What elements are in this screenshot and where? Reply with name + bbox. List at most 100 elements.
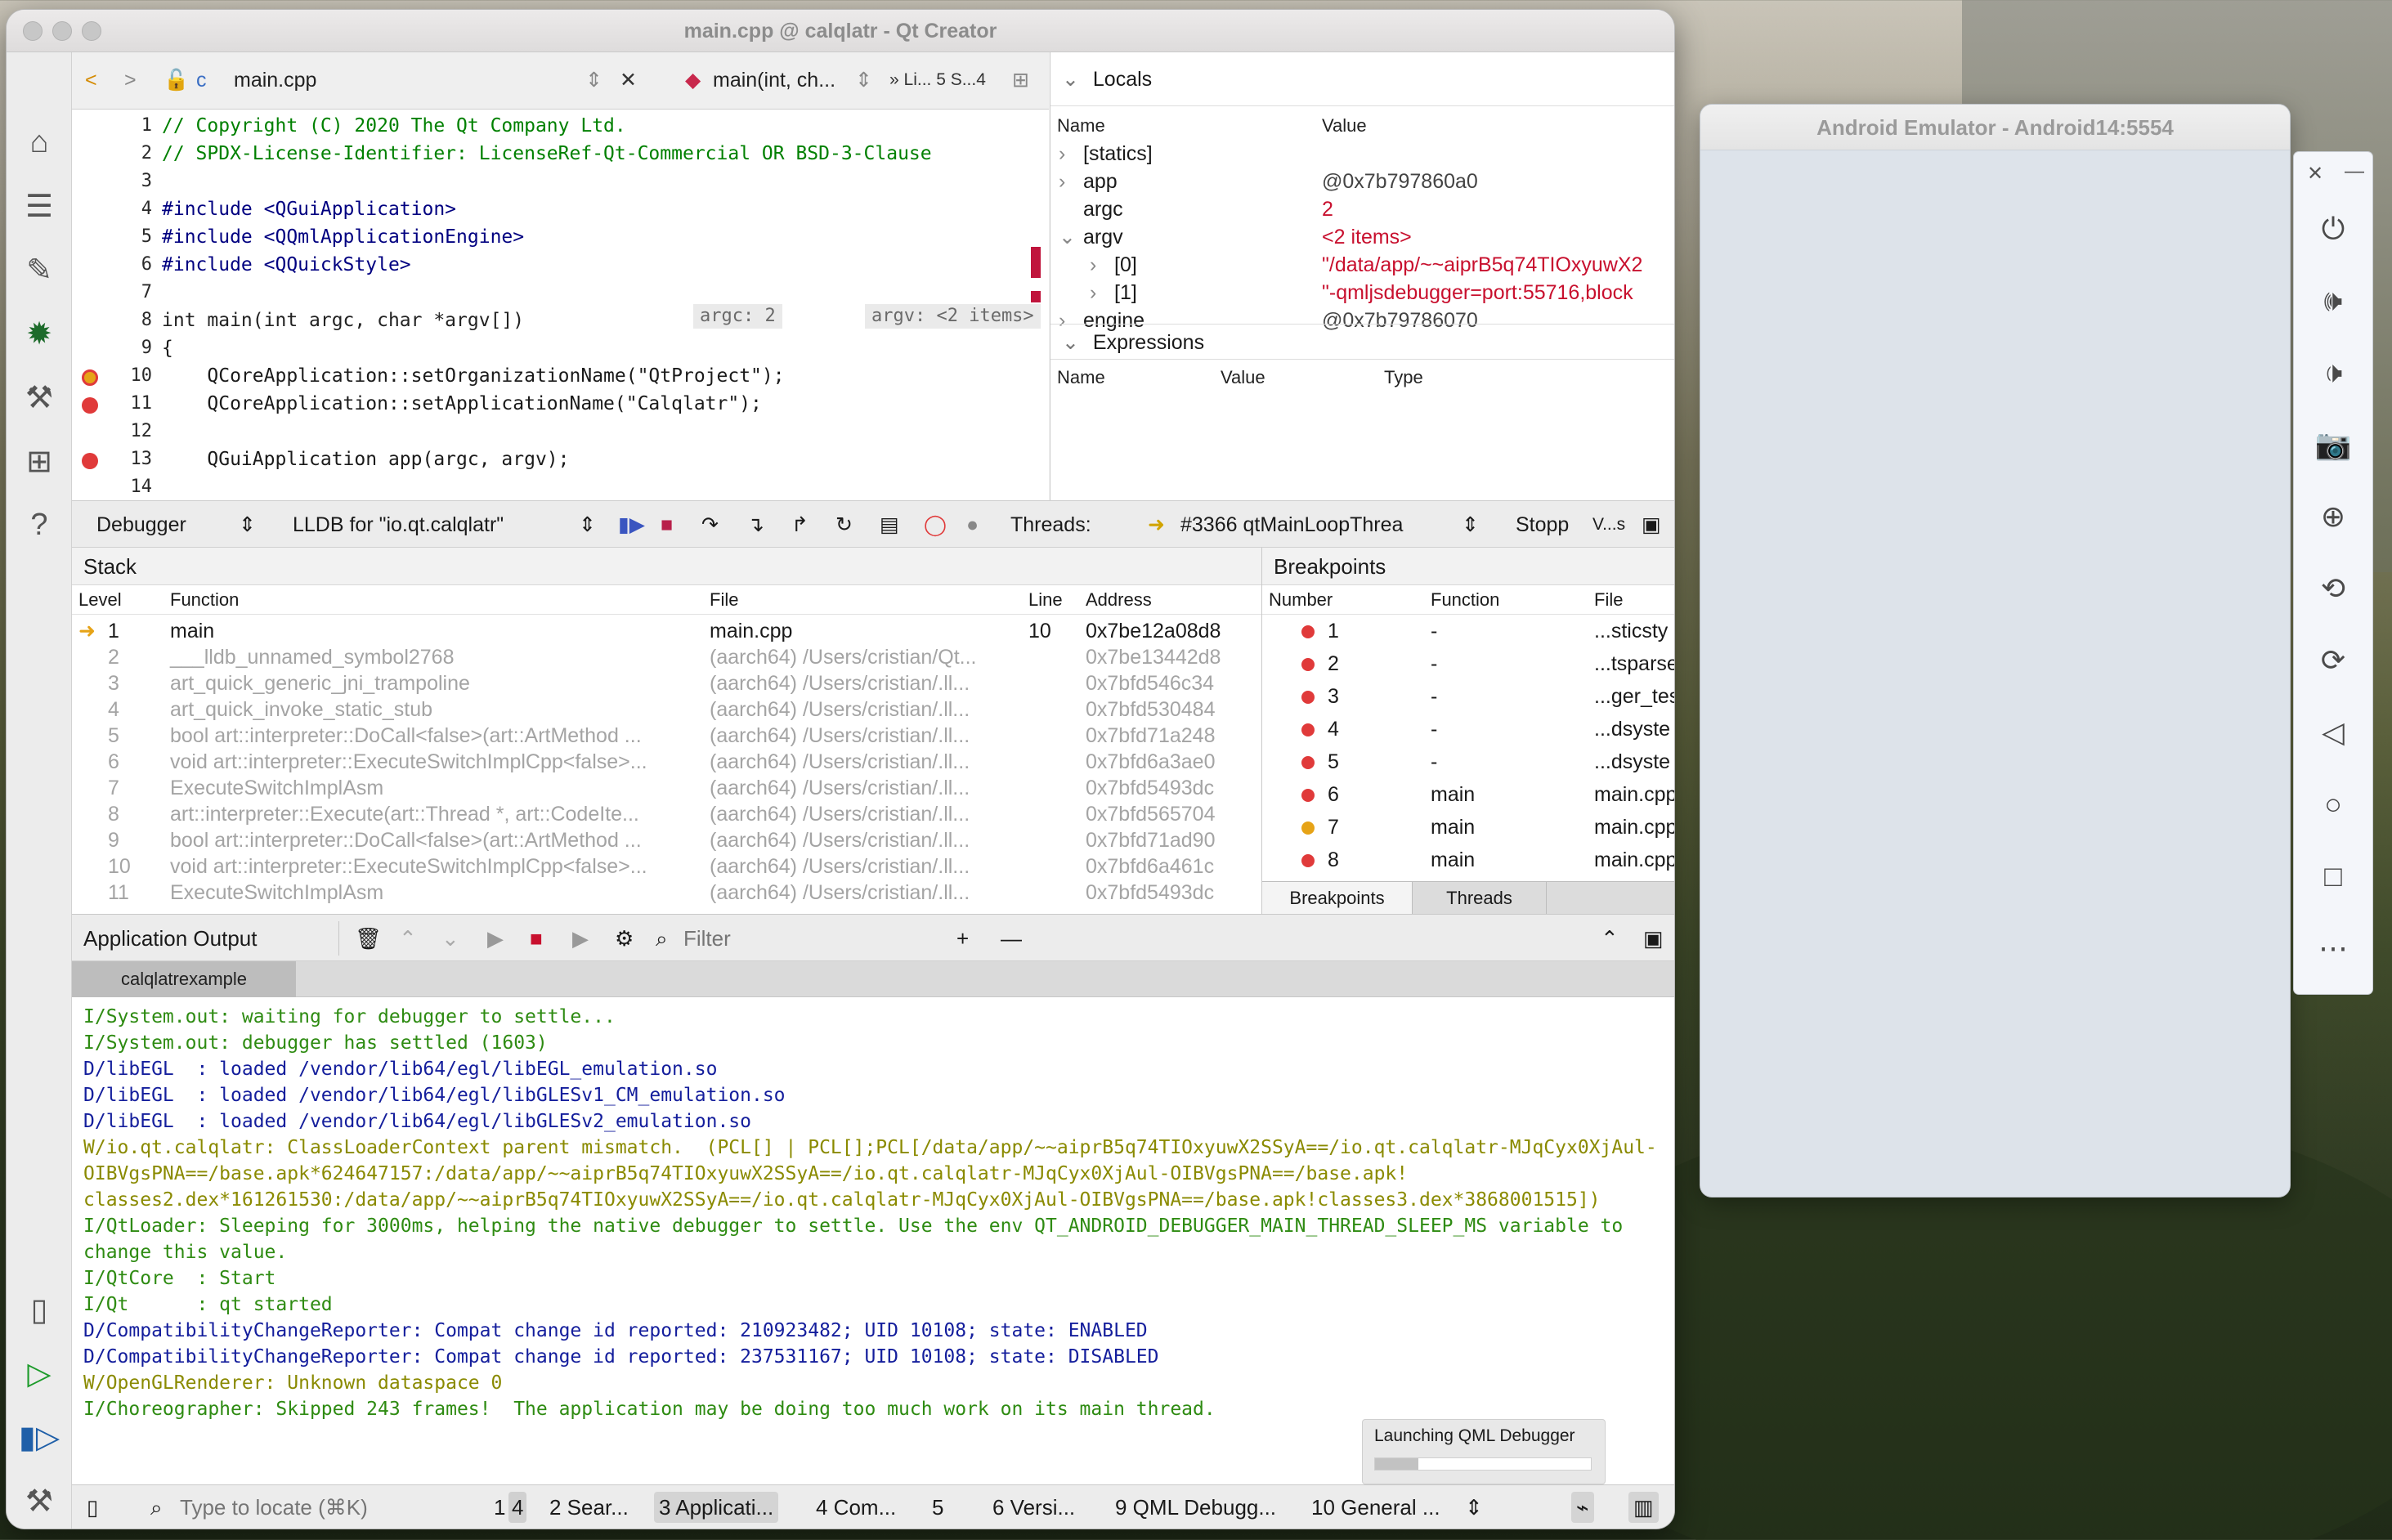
code-line[interactable]: 13 QGuiApplication app(argc, argv); [72,446,1049,472]
continue-icon[interactable]: ▮▶ [618,511,645,539]
stop-icon[interactable]: ■ [530,924,543,952]
views-button[interactable]: V...s [1592,511,1625,539]
locals-row[interactable]: argc 2 [1050,196,1674,222]
locals-header[interactable]: ⌄ Locals [1050,52,1674,106]
pane-general[interactable]: 10 General ... [1311,1492,1440,1523]
chevron-right-icon[interactable]: › [1090,252,1096,278]
stack-row[interactable]: 5 bool art::interpreter::DoCall<false>(ar… [72,723,1261,749]
add-icon[interactable]: + [956,924,969,952]
step-into-icon[interactable]: ↴ [747,511,764,539]
minimize-icon[interactable]: — [2345,160,2364,183]
stack-row[interactable]: 6 void art::interpreter::ExecuteSwitchImp… [72,749,1261,775]
chevron-down-icon[interactable]: ⌄ [1059,224,1076,250]
cursor-position[interactable]: » Li... 5 S...4 [889,65,986,95]
breakpoint-row[interactable]: 2 - ...tsparse [1262,651,1674,677]
col-function[interactable]: Function [1431,585,1499,615]
chevron-right-icon[interactable]: › [1059,141,1065,167]
pane-version-control[interactable]: 6 Versi... [992,1492,1075,1523]
emulator-screen[interactable] [1700,150,2290,1197]
remove-icon[interactable]: — [1001,924,1022,952]
pane-chevron-icon[interactable]: ⇕ [1465,1492,1483,1523]
code-line[interactable]: 3 [72,168,1049,195]
back-icon[interactable]: ◁ [2312,711,2354,754]
step-over-icon[interactable]: ↷ [701,511,719,539]
locals-row[interactable]: › [statics] [1050,141,1674,167]
restart-icon[interactable]: ↻ [835,511,853,539]
locals-row[interactable]: › app @0x7b797860a0 [1050,168,1674,195]
views-menu-icon[interactable]: ▣ [1642,511,1661,539]
code-line[interactable]: 7 [72,280,1049,306]
previous-icon[interactable]: ⌃ [399,924,417,952]
breakpoint-row[interactable]: 8 main main.cpp [1262,847,1674,873]
maximize-pane-icon[interactable]: ⌃ [1601,924,1619,952]
filter-input[interactable] [683,924,994,952]
pane-search[interactable]: 2 Sear... [549,1492,629,1523]
code-line[interactable]: 14 [72,474,1049,500]
step-out-icon[interactable]: ↱ [791,511,809,539]
stack-row[interactable]: 2 ___lldb_unnamed_symbol2768 (aarch64) /Us… [72,644,1261,670]
expr-col-value[interactable]: Value [1221,363,1265,392]
clear-icon[interactable]: 🗑 [355,924,382,952]
back-icon[interactable]: < [85,65,97,95]
home-circle-icon[interactable]: ○ [2312,783,2354,826]
lock-icon[interactable]: 🔓 [163,65,189,95]
rerun-icon[interactable]: ▶ [487,924,504,952]
locals-row[interactable]: › [0] "/data/app/~~aiprB5q74TIOxyuwX2 [1050,252,1674,278]
close-file-icon[interactable]: ✕ [620,65,637,95]
col-number[interactable]: Number [1269,585,1333,615]
stack-row[interactable]: 8 art::interpreter::Execute(art::Thread *… [72,801,1261,827]
more-icon[interactable]: ⋯ [2312,927,2354,969]
code-line[interactable]: 10 QCoreApplication::setOrganizationName… [72,363,1049,389]
device-icon[interactable]: ▯ [18,1288,60,1331]
projects-icon[interactable]: ⚒ [18,376,60,419]
forward-icon[interactable]: > [124,65,137,95]
close-icon[interactable]: ✕ [2307,162,2323,186]
pane-application-output[interactable]: 3 Applicati... [654,1492,779,1523]
expressions-header[interactable]: ⌄ Expressions [1050,324,1674,360]
pane-compile[interactable]: 4 Com... [816,1492,896,1523]
symbol-chevron-icon[interactable]: ⇕ [855,65,872,95]
debugger-mode-select[interactable]: Debugger [96,511,186,539]
file-selector[interactable]: main.cpp [234,65,316,95]
edit-icon[interactable]: ☰ [18,185,60,227]
code-line[interactable]: 4 #include <QGuiApplication> [72,196,1049,222]
code-line[interactable]: 9{ [72,335,1049,361]
record-icon[interactable]: ◯ [924,511,947,539]
engine-select[interactable]: LLDB for "io.qt.calqlatr" [293,511,504,539]
run-icon[interactable]: ▷ [18,1352,60,1395]
pane-qml-debugger[interactable]: 9 QML Debugg... [1115,1492,1276,1523]
help-icon[interactable]: ? [18,504,60,546]
camera-icon[interactable]: 📷 [2312,423,2354,466]
power-icon[interactable]: ⏻ [2312,208,2354,250]
stop-debugger-icon[interactable]: ■ [661,511,673,539]
build-icon[interactable]: ⚒ [18,1480,60,1522]
progress-toggle-icon[interactable]: ⌁ [1571,1492,1594,1523]
volume-down-icon[interactable]: 🕩 [2312,351,2354,394]
file-selector-chevron-icon[interactable]: ⇕ [585,65,602,95]
stack-row[interactable]: 10 void art::interpreter::ExecuteSwitchIm… [72,853,1261,880]
code-line[interactable]: 11 QCoreApplication::setApplicationName(… [72,391,1049,417]
col-address[interactable]: Address [1086,585,1152,615]
expr-col-type[interactable]: Type [1384,363,1423,392]
code-line[interactable]: 6 #include <QQuickStyle> [72,252,1049,278]
code-line[interactable]: 5 #include <QQmlApplicationEngine> [72,224,1049,250]
code-editor[interactable]: 1 // Copyright (C) 2020 The Qt Company Lt… [72,110,1049,500]
code-line[interactable]: 12 [72,419,1049,445]
locals-col-value[interactable]: Value [1322,111,1367,141]
home-icon[interactable]: ⌂ [18,121,60,163]
attach-icon[interactable]: ▶ [572,924,589,952]
stack-row[interactable]: 9 bool art::interpreter::DoCall<false>(ar… [72,827,1261,853]
stack-row[interactable]: ➜ 1 main main.cpp 10 0x7be12a08d8 [72,618,1261,644]
breakpoint-row[interactable]: 4 - ...dsyste [1262,716,1674,742]
tab-breakpoints[interactable]: Breakpoints [1262,882,1413,914]
breakpoint-row[interactable]: 3 - ...ger_tes [1262,683,1674,710]
col-file[interactable]: File [710,585,738,615]
stack-row[interactable]: 3 art_quick_generic_jni_trampoline (aarch6… [72,670,1261,696]
stack-row[interactable]: 7 ExecuteSwitchImplAsm (aarch64) /Users/cr… [72,775,1261,801]
split-icon[interactable]: ⊞ [1012,65,1029,95]
pane-menu-icon[interactable]: ▣ [1643,924,1664,952]
locator-input[interactable] [180,1492,523,1523]
stack-row[interactable]: 4 art_quick_invoke_static_stub (aarch64) /… [72,696,1261,723]
settings-icon[interactable]: ⚙ [615,924,634,952]
rotate-right-icon[interactable]: ⟳ [2312,639,2354,682]
